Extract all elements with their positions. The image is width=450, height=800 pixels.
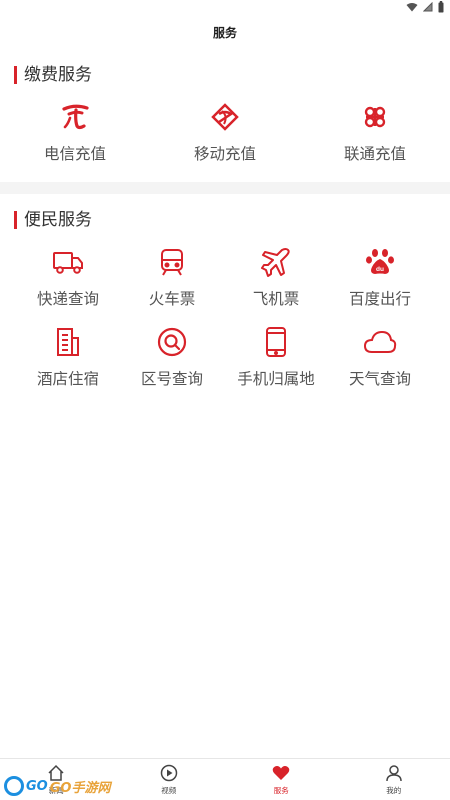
section-accent-bar — [14, 66, 17, 84]
section-divider — [0, 182, 450, 194]
item-label: 联通充值 — [343, 145, 406, 163]
item-label: 飞机票 — [252, 290, 300, 308]
building-icon — [51, 325, 85, 359]
area-code-button[interactable]: 区号查询 — [120, 325, 224, 405]
telecom-recharge-button[interactable]: 电信充值 — [0, 100, 150, 164]
item-label: 移动充值 — [193, 145, 256, 163]
mobile-recharge-button[interactable]: 移动充值 — [150, 100, 300, 164]
express-query-button[interactable]: 快递查询 — [16, 245, 120, 325]
watermark-brand-suffix: GO手游网 — [49, 780, 111, 796]
item-label: 手机归属地 — [237, 370, 315, 388]
china-telecom-icon — [58, 100, 92, 134]
life-services-section: 便民服务 快递查询 火车票 飞机票 du 百度出行 酒店住宿 区号查询 手机归属… — [0, 205, 450, 405]
unicom-recharge-button[interactable]: 联通充值 — [300, 100, 450, 164]
china-mobile-icon — [208, 100, 242, 134]
tab-label: 视频 — [161, 786, 177, 795]
phone-location-button[interactable]: 手机归属地 — [224, 325, 328, 405]
search-icon — [155, 325, 189, 359]
phone-icon — [259, 325, 293, 359]
item-label: 火车票 — [148, 290, 196, 308]
section-title: 便民服务 — [24, 210, 92, 230]
china-unicom-icon — [358, 100, 392, 134]
item-label: 快递查询 — [36, 290, 99, 308]
watermark-brand: GO — [26, 778, 48, 794]
play-icon — [159, 763, 179, 783]
cloud-icon — [363, 325, 397, 359]
page-title: 服务 — [212, 26, 237, 40]
section-header: 缴费服务 — [0, 60, 450, 90]
baidu-travel-button[interactable]: du 百度出行 — [328, 245, 432, 325]
svg-text:du: du — [376, 266, 384, 273]
item-label: 百度出行 — [348, 290, 411, 308]
item-label: 区号查询 — [140, 370, 203, 388]
train-icon — [155, 245, 189, 279]
section-header: 便民服务 — [0, 205, 450, 235]
watermark-logo: GO GO手游网 — [4, 776, 110, 796]
title-bar: 服务 — [0, 18, 450, 48]
signal-icon — [423, 2, 433, 12]
item-label: 天气查询 — [348, 370, 411, 388]
payment-grid: 电信充值 移动充值 联通充值 — [0, 100, 450, 164]
hotel-button[interactable]: 酒店住宿 — [16, 325, 120, 405]
tab-services[interactable]: 服务 — [225, 759, 338, 800]
watermark-circle-icon — [4, 776, 24, 796]
train-ticket-button[interactable]: 火车票 — [120, 245, 224, 325]
tab-video[interactable]: 视频 — [113, 759, 226, 800]
status-icons — [406, 1, 444, 13]
section-title: 缴费服务 — [24, 65, 92, 85]
tab-label: 我的 — [386, 786, 402, 795]
item-label: 电信充值 — [43, 145, 106, 163]
battery-icon — [438, 1, 444, 13]
item-label: 酒店住宿 — [36, 370, 99, 388]
wifi-icon — [406, 3, 418, 12]
heart-icon — [271, 763, 291, 783]
status-bar — [0, 0, 450, 16]
tab-label: 服务 — [273, 786, 289, 795]
user-icon — [384, 763, 404, 783]
truck-icon — [51, 245, 85, 279]
flight-ticket-button[interactable]: 飞机票 — [224, 245, 328, 325]
weather-query-button[interactable]: 天气查询 — [328, 325, 432, 405]
section-accent-bar — [14, 211, 17, 229]
services-grid: 快递查询 火车票 飞机票 du 百度出行 酒店住宿 区号查询 手机归属地 天气查… — [0, 245, 450, 405]
payment-section: 缴费服务 电信充值 移动充值 联通充值 — [0, 60, 450, 164]
airplane-icon — [259, 245, 293, 279]
tab-mine[interactable]: 我的 — [338, 759, 450, 800]
baidu-icon: du — [363, 245, 397, 279]
